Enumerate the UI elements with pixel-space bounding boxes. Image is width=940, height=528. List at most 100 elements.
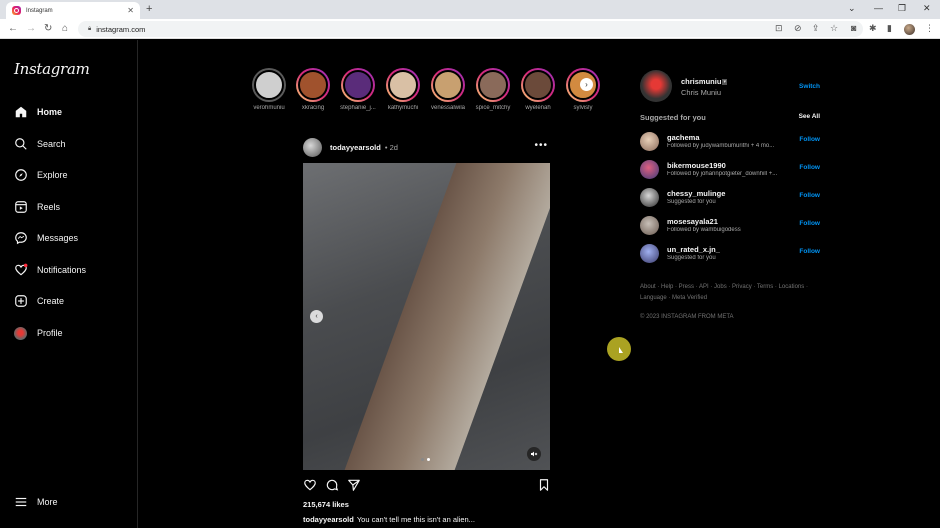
post-time[interactable]: • 2d (385, 143, 398, 152)
sidebar-item-label: More (37, 497, 58, 507)
carousel-prev-chevron-icon[interactable]: ‹ (310, 310, 323, 323)
sidebar-item-label: Home (37, 107, 63, 117)
story-item[interactable]: verohmuniu (248, 68, 290, 111)
footer-links[interactable]: About · Help · Press · API · Jobs · Priv… (640, 282, 820, 304)
current-fullname: Chris Muniu (681, 88, 722, 97)
sidebar-item-reels[interactable]: Reels (13, 199, 60, 215)
install-app-icon[interactable]: ⊡ (775, 23, 783, 34)
post-header: todayyearsold • 2d ••• (303, 137, 550, 157)
url-bar[interactable]: 🔒︎ instagram.com (78, 21, 863, 37)
see-all-button[interactable]: See All (799, 113, 820, 120)
suggestion-username[interactable]: bikermouse1990 (667, 161, 726, 170)
sidebar-item-label: Explore (37, 170, 68, 180)
suggestion-item: bikermouse1990 Followed by johannpotgiet… (640, 160, 820, 182)
url-text: instagram.com (96, 24, 146, 34)
suggestion-item: gachema Followed by judywambumurithi + 4… (640, 132, 820, 154)
browser-tab-bar: Instagram ✕ + ⌄ — ❐ ✕ (0, 0, 940, 19)
tab-title: Instagram (26, 7, 53, 14)
story-item[interactable]: stephanie_j... (337, 68, 379, 111)
sidebar-item-more[interactable]: More (13, 494, 58, 510)
sidebar-item-messages[interactable]: Messages (13, 230, 78, 246)
caption-username[interactable]: todayyearsold (303, 515, 354, 524)
search-icon (13, 137, 28, 152)
comment-icon[interactable] (325, 478, 339, 492)
instagram-logo[interactable]: Instagram (14, 60, 90, 78)
sidebar-item-create[interactable]: Create (13, 293, 64, 309)
story-item[interactable]: kathymuchi (382, 68, 424, 111)
extensions-icon[interactable]: ✱ (869, 23, 877, 34)
follow-button[interactable]: Follow (799, 164, 820, 171)
address-bar-row: ← → ↻ ⌂ 🔒︎ instagram.com ⊡ ⊘ ⇪ ☆ ◙ ✱ ▮ ⋮ (0, 19, 940, 39)
suggestion-subtitle: Followed by johannpotgieter_downhill +..… (667, 171, 778, 177)
likes-count[interactable]: 215,674 likes (303, 500, 349, 509)
account-dropdown-icon[interactable]: ▾ (722, 79, 727, 86)
share-send-icon[interactable] (347, 478, 361, 492)
camera-icon[interactable]: ◙ (851, 23, 856, 33)
bookmark-star-icon[interactable]: ☆ (830, 23, 838, 34)
save-bookmark-icon[interactable] (537, 478, 551, 492)
sidebar-item-explore[interactable]: Explore (13, 167, 68, 183)
back-icon[interactable]: ← (8, 23, 18, 34)
stories-next-chevron-icon[interactable]: › (580, 78, 593, 91)
sidebar: Instagram Home Search Explore Reels Mess… (0, 40, 138, 528)
sidebar-item-notifications[interactable]: Notifications (13, 262, 86, 278)
current-user-avatar[interactable] (640, 70, 672, 102)
sidebar-item-profile[interactable]: Profile (13, 325, 63, 341)
suggestion-subtitle: Suggested for you (667, 199, 716, 205)
reload-icon[interactable]: ↻ (44, 23, 52, 34)
story-username: venessalwila (430, 105, 466, 111)
new-tab-button[interactable]: + (146, 3, 152, 15)
browser-profile-avatar[interactable] (904, 24, 915, 35)
suggestion-avatar[interactable] (640, 216, 659, 235)
follow-button[interactable]: Follow (799, 192, 820, 199)
follow-button[interactable]: Follow (799, 136, 820, 143)
side-panel-icon[interactable]: ▮ (887, 23, 892, 34)
browser-tab[interactable]: Instagram ✕ (6, 2, 140, 19)
story-item[interactable]: xkracing (292, 68, 334, 111)
tab-search-icon[interactable]: ⌄ (848, 3, 856, 14)
close-window-button[interactable]: ✕ (923, 3, 931, 14)
post-username[interactable]: todayyearsold (330, 143, 381, 152)
tab-close-icon[interactable]: ✕ (127, 6, 134, 15)
suggestion-username[interactable]: gachema (667, 133, 700, 142)
like-heart-icon[interactable] (303, 478, 317, 492)
suggestion-username[interactable]: mosesayala21 (667, 217, 718, 226)
browser-menu-icon[interactable]: ⋮ (925, 23, 934, 34)
story-avatar (254, 70, 284, 100)
suggestions-title: Suggested for you (640, 113, 706, 122)
suggestion-avatar[interactable] (640, 132, 659, 151)
home-browser-icon[interactable]: ⌂ (62, 23, 68, 34)
story-username: verohmuniu (253, 105, 285, 111)
post-video[interactable]: ‹ (303, 163, 550, 470)
sidebar-item-search[interactable]: Search (13, 136, 66, 152)
follow-button[interactable]: Follow (799, 220, 820, 227)
eye-off-icon[interactable]: ⊘ (794, 23, 802, 34)
suggestion-username[interactable]: un_rated_x.jn_ (667, 245, 720, 254)
suggestion-item: mosesayala21 Followed by wambuigodess Fo… (640, 216, 820, 238)
story-avatar (343, 70, 373, 100)
copyright: © 2023 INSTAGRAM FROM META (640, 314, 734, 320)
share-icon[interactable]: ⇪ (812, 23, 820, 34)
more-options-icon[interactable]: ••• (534, 140, 548, 151)
suggestion-avatar[interactable] (640, 244, 659, 263)
story-item[interactable]: venessalwila (427, 68, 469, 111)
suggestion-avatar[interactable] (640, 188, 659, 207)
sidebar-item-home[interactable]: Home (13, 104, 62, 120)
post-author-avatar[interactable] (303, 137, 322, 157)
forward-icon[interactable]: → (26, 23, 36, 34)
minimize-button[interactable]: — (874, 3, 883, 13)
maximize-button[interactable]: ❐ (898, 3, 906, 14)
suggestion-username[interactable]: chessy_mulinge (667, 189, 725, 198)
lock-icon: 🔒︎ (88, 25, 92, 32)
story-avatar (523, 70, 553, 100)
follow-button[interactable]: Follow (799, 248, 820, 255)
sidebar-item-label: Notifications (37, 265, 87, 275)
story-username: wyelenah (525, 105, 551, 111)
suggestion-avatar[interactable] (640, 160, 659, 179)
current-username[interactable]: chrismuniu ▾ (681, 77, 727, 86)
switch-account-button[interactable]: Switch (799, 83, 820, 90)
mute-icon[interactable] (527, 447, 541, 461)
story-item[interactable]: spice_mitchy (472, 68, 514, 111)
story-avatar (298, 70, 328, 100)
story-item[interactable]: wyelenah (517, 68, 559, 111)
